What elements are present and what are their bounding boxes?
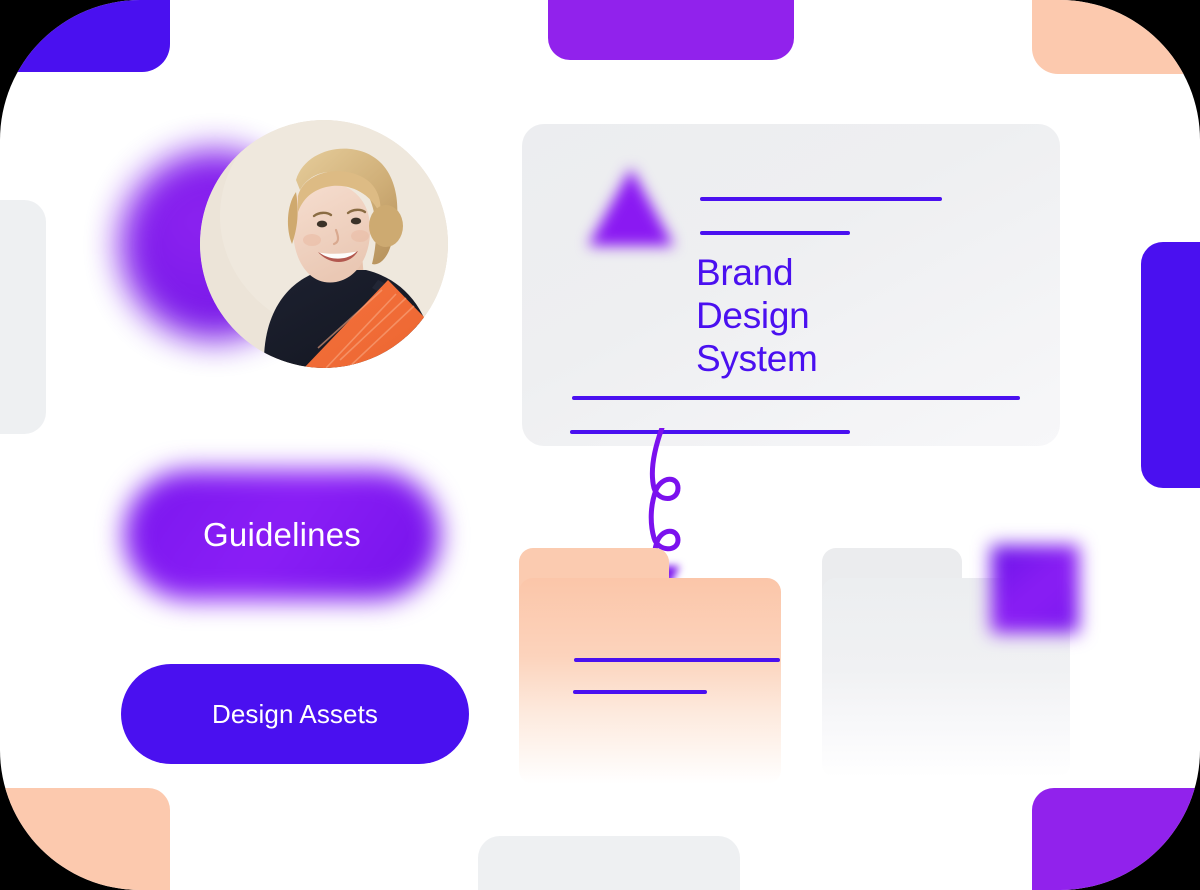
card-rule-line <box>700 197 942 201</box>
triangle-up-icon <box>576 158 686 266</box>
decor-shape-bottom-right <box>1032 788 1200 890</box>
design-assets-button-label: Design Assets <box>211 698 379 729</box>
decor-shape-top-left <box>0 0 170 72</box>
folder-rule-line <box>574 658 780 662</box>
decor-shape-bottom-left <box>0 788 170 890</box>
design-assets-button[interactable]: Design Assets <box>121 664 469 764</box>
peach-folder-body <box>519 578 781 784</box>
purple-square-accent <box>991 545 1079 633</box>
guidelines-button-label[interactable]: Guidelines <box>124 470 440 600</box>
avatar-group <box>116 110 456 410</box>
decor-shape-top-right <box>1032 0 1200 74</box>
decor-shape-top-center <box>548 0 794 60</box>
page-title: Brand Design System <box>696 252 818 379</box>
card-rule-line <box>700 231 850 235</box>
decor-shape-right-edge <box>1141 242 1200 488</box>
decor-shape-bottom-center <box>478 836 740 890</box>
avatar <box>200 120 448 368</box>
folder-rule-line <box>573 690 707 694</box>
card-rule-line <box>572 396 1020 400</box>
decor-shape-left-edge <box>0 200 46 434</box>
composition-canvas: Brand Design System Guidelines Design As… <box>0 0 1200 890</box>
